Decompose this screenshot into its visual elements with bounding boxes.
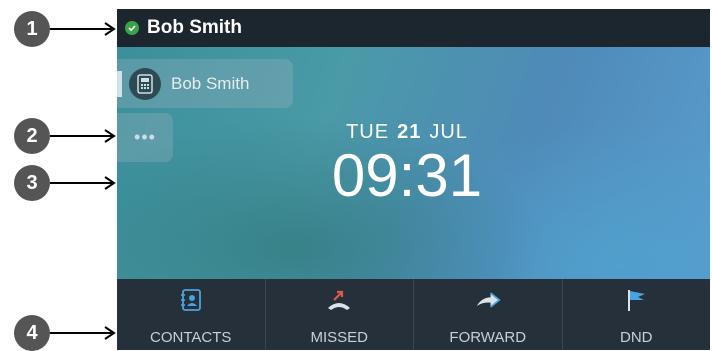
softkey-missed-label: MISSED bbox=[310, 329, 368, 346]
desk-phone-icon bbox=[129, 67, 161, 100]
softkey-dnd[interactable]: DND bbox=[561, 279, 711, 350]
date-time-display: TUE 21 JUL 09:31 bbox=[297, 121, 517, 206]
clock-time: 09:31 bbox=[331, 142, 483, 209]
day: 21 bbox=[397, 121, 422, 143]
callout-arrow-2 bbox=[50, 129, 116, 143]
line-key-button[interactable]: Bob Smith bbox=[117, 59, 293, 108]
presence-available-icon bbox=[125, 21, 139, 35]
phone-screen: Bob Smith Bob Smith ••• TUE 21 JUL 09:31 bbox=[117, 9, 710, 350]
flag-icon bbox=[623, 287, 649, 313]
missed-call-icon bbox=[326, 287, 352, 313]
callout-2: 2 bbox=[14, 118, 50, 154]
user-name: Bob Smith bbox=[147, 17, 242, 38]
softkey-forward-label: FORWARD bbox=[449, 329, 527, 346]
date: TUE 21 JUL bbox=[297, 121, 517, 144]
softkey-forward[interactable]: FORWARD bbox=[413, 279, 562, 350]
softkey-bar: CONTACTS MISSED FORWARD DND bbox=[117, 279, 710, 350]
callout-arrow-3 bbox=[50, 176, 116, 190]
softkey-dnd-label: DND bbox=[620, 329, 653, 346]
softkey-contacts[interactable]: CONTACTS bbox=[117, 279, 265, 350]
softkey-missed[interactable]: MISSED bbox=[264, 279, 414, 350]
callout-4: 4 bbox=[14, 315, 50, 351]
callout-1: 1 bbox=[14, 11, 50, 47]
contacts-book-icon bbox=[178, 287, 204, 313]
callout-3: 3 bbox=[14, 165, 50, 201]
softkey-contacts-label: CONTACTS bbox=[150, 329, 232, 346]
callout-arrow-1 bbox=[50, 22, 116, 36]
line-key-label: Bob Smith bbox=[171, 73, 250, 93]
weekday: TUE bbox=[346, 121, 390, 143]
more-keys-button[interactable]: ••• bbox=[117, 113, 173, 162]
month: JUL bbox=[429, 121, 468, 143]
forward-arrow-icon bbox=[475, 287, 501, 313]
line-status-indicator bbox=[117, 71, 122, 97]
status-bar: Bob Smith bbox=[117, 9, 710, 47]
callout-arrow-4 bbox=[50, 326, 116, 340]
